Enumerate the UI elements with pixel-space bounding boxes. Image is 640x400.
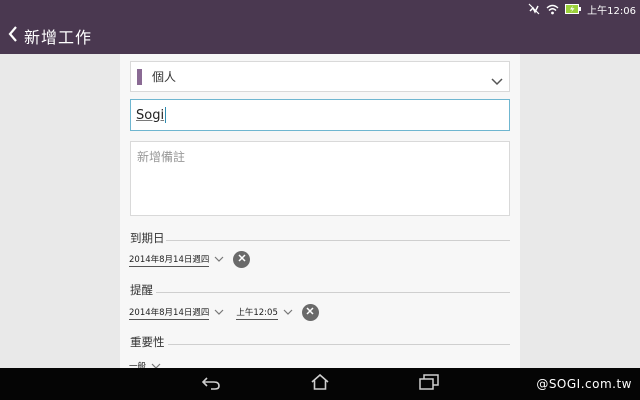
due-date-label: 到期日 — [130, 231, 165, 245]
nav-home-button[interactable] — [309, 373, 331, 394]
importance-label: 重要性 — [130, 335, 165, 349]
note-input[interactable]: 新增備註 — [130, 141, 510, 216]
text-cursor — [165, 107, 167, 123]
recent-apps-icon — [419, 374, 439, 394]
app-bar: 新增工作 — [0, 18, 640, 54]
section-divider — [168, 344, 510, 345]
watermark: @SOGI.com.tw — [536, 377, 632, 391]
home-icon — [311, 373, 329, 394]
reminder-date-picker[interactable]: 2014年8月14日週四 — [129, 306, 210, 320]
nav-back-button[interactable] — [200, 374, 222, 394]
back-icon — [201, 375, 221, 394]
section-divider — [166, 240, 510, 241]
category-color-marker — [137, 68, 142, 85]
chevron-down-icon — [491, 71, 503, 90]
due-date-picker[interactable]: 2014年8月14日週四 — [129, 253, 210, 267]
task-form: 個人 Sogi 新增備註 到期日 2014年8月14日週四 提醒 2014年8月… — [120, 54, 520, 368]
content-area: 個人 Sogi 新增備註 到期日 2014年8月14日週四 提醒 2014年8月… — [0, 54, 640, 368]
importance-row: 一般 — [129, 360, 167, 368]
nav-recent-apps-button[interactable] — [418, 374, 440, 394]
task-title-value: Sogi — [136, 107, 165, 123]
navigation-bar: @SOGI.com.tw — [0, 368, 640, 400]
task-title-input[interactable]: Sogi — [130, 99, 510, 131]
chevron-down-icon[interactable] — [214, 308, 224, 318]
page-title: 新增工作 — [24, 28, 93, 47]
status-bar: 上午12:06 — [0, 0, 640, 18]
clear-reminder-button[interactable] — [301, 304, 319, 321]
wifi-icon — [546, 4, 559, 15]
close-icon — [306, 307, 314, 318]
chevron-down-icon[interactable] — [214, 255, 224, 265]
chevron-down-icon[interactable] — [283, 308, 293, 318]
note-placeholder: 新增備註 — [137, 150, 186, 164]
battery-charging-icon — [565, 4, 582, 14]
reminder-label: 提醒 — [130, 283, 153, 297]
status-icons: 上午12:06 — [528, 1, 636, 17]
due-date-row: 2014年8月14日週四 — [129, 251, 251, 268]
category-dropdown[interactable]: 個人 — [130, 61, 510, 92]
status-time: 上午12:06 — [587, 5, 636, 17]
chevron-left-icon — [8, 26, 18, 46]
category-label: 個人 — [152, 70, 177, 84]
mute-icon — [528, 3, 540, 15]
reminder-row: 2014年8月14日週四 上午12:05 — [129, 304, 319, 321]
clear-due-date-button[interactable] — [233, 251, 251, 268]
section-divider — [156, 292, 510, 293]
back-button[interactable] — [2, 18, 24, 54]
reminder-time-picker[interactable]: 上午12:05 — [236, 306, 278, 320]
close-icon — [238, 254, 246, 265]
importance-picker[interactable]: 一般 — [129, 360, 146, 368]
